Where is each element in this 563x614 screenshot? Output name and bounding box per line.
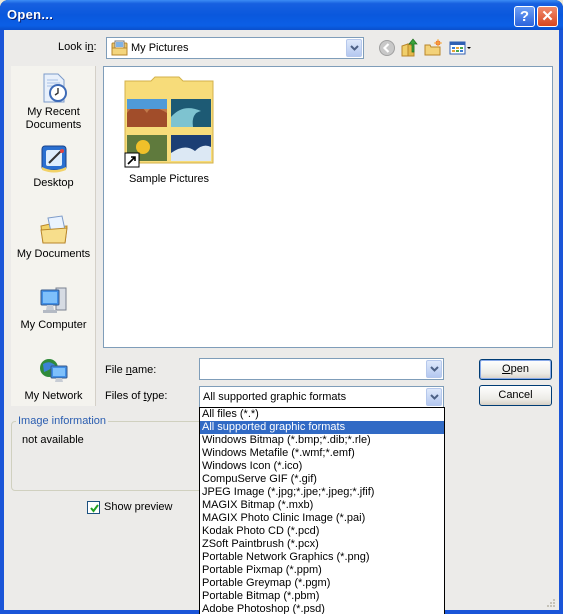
cancel-button[interactable]: Cancel — [479, 385, 552, 406]
places-label: Desktop — [33, 177, 74, 189]
back-arrow-icon[interactable] — [377, 38, 397, 58]
resize-grip-icon[interactable] — [546, 598, 556, 608]
file-list[interactable]: Sample Pictures — [103, 66, 553, 348]
places-label: My Documents — [16, 248, 91, 260]
places-label: Documents — [25, 119, 82, 131]
window-frame-right — [559, 30, 563, 614]
places-item-desktop[interactable]: Desktop — [11, 143, 96, 190]
files-of-type-dropdown-list[interactable]: All files (*.*) All supported graphic fo… — [199, 407, 445, 614]
file-name-dropdown-arrow[interactable] — [426, 360, 442, 378]
picture-folder-shortcut-icon — [121, 73, 217, 169]
my-documents-icon — [11, 214, 96, 246]
places-item-recent-documents[interactable]: My Recent Documents — [11, 72, 96, 132]
dropdown-option[interactable]: Portable Pixmap (*.ppm) — [200, 564, 444, 577]
checkmark-icon — [90, 504, 99, 513]
my-pictures-folder-icon — [111, 40, 128, 59]
places-label: My Recent — [27, 106, 80, 118]
views-menu-icon[interactable] — [448, 38, 474, 58]
places-item-my-network[interactable]: My Network — [11, 356, 96, 403]
dropdown-option[interactable]: Portable Greymap (*.pgm) — [200, 577, 444, 590]
new-folder-icon[interactable] — [423, 38, 443, 58]
dropdown-option-selected[interactable]: All supported graphic formats — [200, 421, 444, 434]
places-bar: My Recent Documents Desktop My Documents — [11, 66, 96, 406]
dropdown-option[interactable]: Kodak Photo CD (*.pcd) — [200, 525, 444, 538]
help-button[interactable]: ? — [514, 6, 535, 27]
places-item-my-documents[interactable]: My Documents — [11, 214, 96, 261]
desktop-icon — [11, 143, 96, 175]
my-network-icon — [11, 356, 96, 388]
look-in-dropdown-arrow[interactable] — [346, 39, 362, 57]
dropdown-option[interactable]: ZSoft Paintbrush (*.pcx) — [200, 538, 444, 551]
recent-documents-icon — [11, 72, 96, 104]
file-item-sample-pictures[interactable]: Sample Pictures — [121, 73, 217, 185]
dropdown-option[interactable]: CompuServe GIF (*.gif) — [200, 473, 444, 486]
look-in-combo[interactable]: My Pictures — [106, 37, 364, 59]
show-preview-checkbox[interactable] — [87, 501, 100, 514]
dropdown-option[interactable]: Portable Bitmap (*.pbm) — [200, 590, 444, 603]
dropdown-option[interactable]: Windows Bitmap (*.bmp;*.dib;*.rle) — [200, 434, 444, 447]
dropdown-option[interactable]: MAGIX Photo Clinic Image (*.pai) — [200, 512, 444, 525]
image-information-group — [11, 421, 203, 491]
dropdown-option[interactable]: MAGIX Bitmap (*.mxb) — [200, 499, 444, 512]
title-bar[interactable]: Open... ? ✕ — [0, 0, 563, 30]
files-of-type-combo[interactable]: All supported graphic formats — [199, 386, 444, 408]
dropdown-option[interactable]: All files (*.*) — [200, 408, 444, 421]
dropdown-option[interactable]: JPEG Image (*.jpg;*.jpe;*.jpeg;*.jfif) — [200, 486, 444, 499]
file-name-combo[interactable] — [199, 358, 444, 380]
dropdown-option[interactable]: Portable Network Graphics (*.png) — [200, 551, 444, 564]
close-button[interactable]: ✕ — [537, 6, 558, 27]
window-title: Open... — [7, 7, 54, 22]
look-in-label: Look in: — [58, 41, 97, 53]
places-label: My Network — [24, 390, 83, 402]
up-folder-icon[interactable] — [400, 38, 420, 58]
places-item-my-computer[interactable]: My Computer — [11, 285, 96, 332]
file-name-label: Sample Pictures — [128, 173, 210, 185]
image-information-value: not available — [22, 434, 84, 446]
files-of-type-value: All supported graphic formats — [203, 391, 347, 403]
file-name-label: File name: — [105, 364, 157, 376]
look-in-value: My Pictures — [131, 42, 189, 54]
show-preview-label: Show preview — [104, 501, 173, 513]
open-button[interactable]: Open — [479, 359, 552, 380]
places-label: My Computer — [20, 319, 87, 331]
dropdown-option[interactable]: Windows Icon (*.ico) — [200, 460, 444, 473]
dropdown-option[interactable]: Adobe Photoshop (*.psd) — [200, 603, 444, 614]
my-computer-icon — [11, 285, 96, 317]
files-of-type-dropdown-arrow[interactable] — [426, 388, 442, 406]
dropdown-option[interactable]: Windows Metafile (*.wmf;*.emf) — [200, 447, 444, 460]
image-information-title: Image information — [16, 415, 109, 427]
files-of-type-label: Files of type: — [105, 390, 168, 402]
